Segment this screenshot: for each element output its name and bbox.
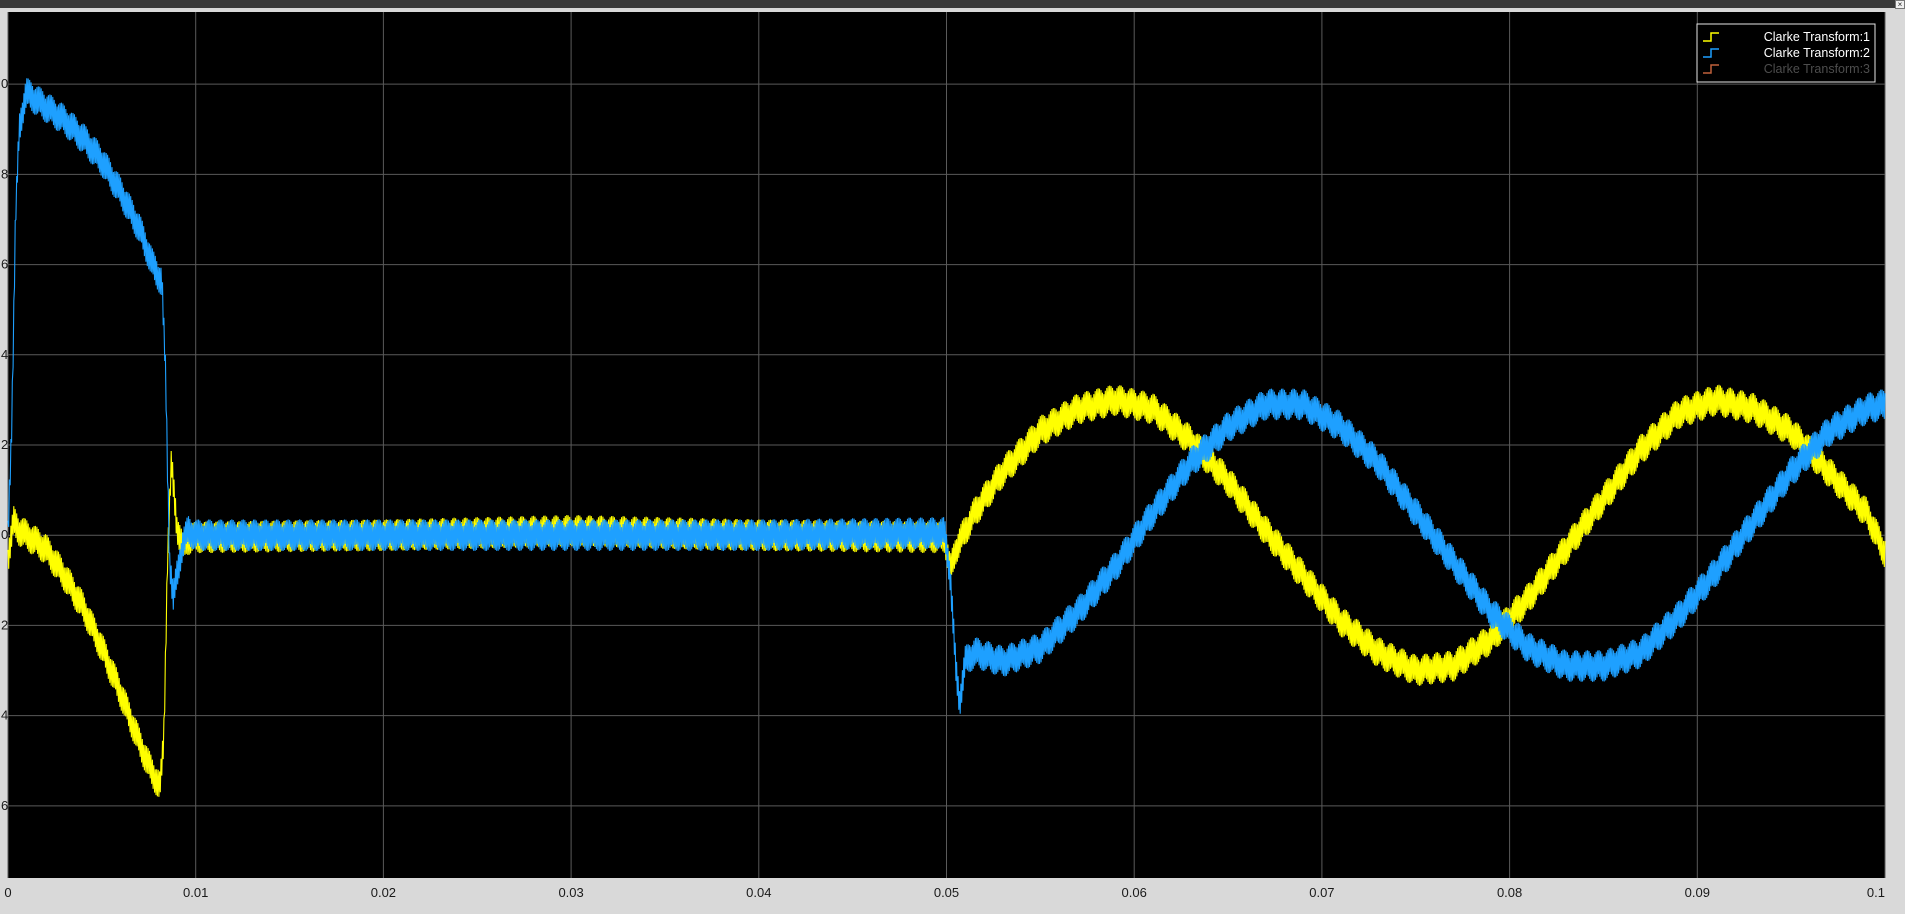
scope-plot[interactable]: 0 0.01 0.02 0.03 0.04 0.05 0.06 0.07 0.08 0.09 0.1… [0,0,1905,914]
legend[interactable]: Clarke Transform:1 Clarke Transform:2 Clar… [1696,23,1876,83]
y-tick-label: 0 [1,527,8,542]
x-tick-label: 0.04 [746,885,771,900]
x-tick-label: 0.09 [1685,885,1710,900]
x-tick-label: 0 [4,885,11,900]
y-tick-label: 6 [1,798,8,813]
y-axis-ticks: 0 8 6 4 2 0 2 4 6 [1,76,8,813]
y-tick-label: 6 [1,257,8,272]
x-tick-label: 0.01 [183,885,208,900]
scope-window: × 0 0.01 0.02 0.03 0.04 0.05 0.06 0.07 0.08 0.09 0… [0,0,1905,914]
x-tick-label: 0.1 [1867,885,1885,900]
x-tick-label: 0.03 [558,885,583,900]
x-tick-label: 0.05 [934,885,959,900]
y-tick-label: 8 [1,166,8,181]
legend-label-3[interactable]: Clarke Transform:3 [1764,62,1870,76]
y-tick-label: 4 [1,347,8,362]
y-tick-label: 2 [1,617,8,632]
x-axis-ticks: 0 0.01 0.02 0.03 0.04 0.05 0.06 0.07 0.08 0.09 0.1 [4,885,1885,900]
legend-label-1[interactable]: Clarke Transform:1 [1764,30,1870,44]
x-tick-label: 0.08 [1497,885,1522,900]
x-tick-label: 0.07 [1309,885,1334,900]
y-tick-label: 0 [1,76,8,91]
x-tick-label: 0.06 [1122,885,1147,900]
y-tick-label: 4 [1,708,8,723]
y-tick-label: 2 [1,437,8,452]
legend-label-2[interactable]: Clarke Transform:2 [1764,46,1870,60]
x-tick-label: 0.02 [371,885,396,900]
